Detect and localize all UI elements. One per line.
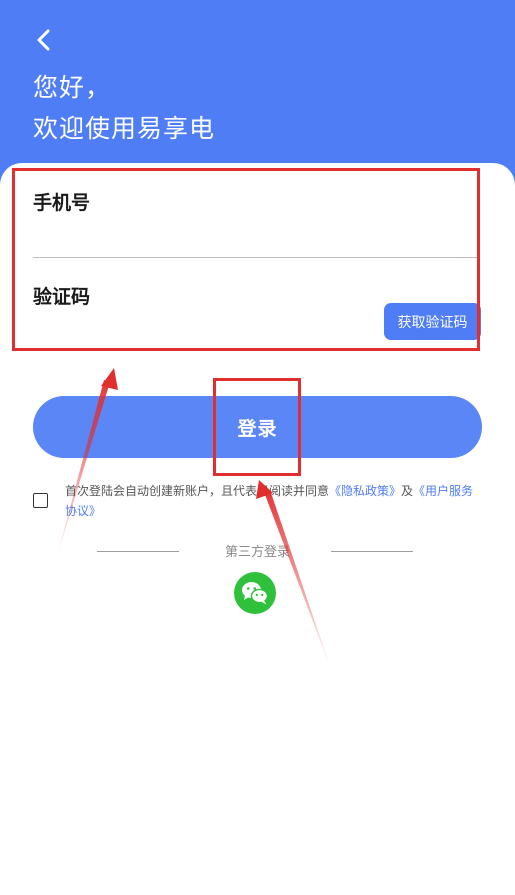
phone-divider — [33, 257, 480, 258]
code-label: 验证码 — [33, 286, 91, 308]
greeting-line-1: 您好， — [33, 73, 112, 102]
third-party-divider-left — [97, 551, 179, 552]
third-party-divider-right — [331, 551, 413, 552]
phone-label: 手机号 — [33, 192, 91, 214]
code-input[interactable] — [33, 312, 363, 342]
wechat-icon — [242, 582, 269, 605]
privacy-policy-link[interactable]: 《隐私政策》 — [329, 484, 401, 498]
login-button[interactable]: 登录 — [33, 396, 482, 458]
agreement-checkbox[interactable] — [33, 493, 48, 508]
third-party-title: 第三方登录 — [224, 545, 290, 560]
greeting-line-2: 欢迎使用易享电 — [33, 114, 216, 143]
get-code-button[interactable]: 获取验证码 — [384, 303, 481, 340]
chevron-left-icon — [37, 29, 50, 51]
wechat-login-button[interactable] — [234, 572, 276, 614]
back-button[interactable] — [28, 24, 60, 56]
login-card — [0, 163, 515, 895]
phone-input[interactable] — [33, 222, 373, 252]
agreement-conjunction: 及 — [401, 484, 414, 498]
agreement-prefix: 首次登陆会自动创建新账户，且代表已阅读并同意 — [65, 484, 330, 498]
agreement-text: 首次登陆会自动创建新账户，且代表已阅读并同意《隐私政策》及《用户服务协议》 — [65, 481, 485, 521]
